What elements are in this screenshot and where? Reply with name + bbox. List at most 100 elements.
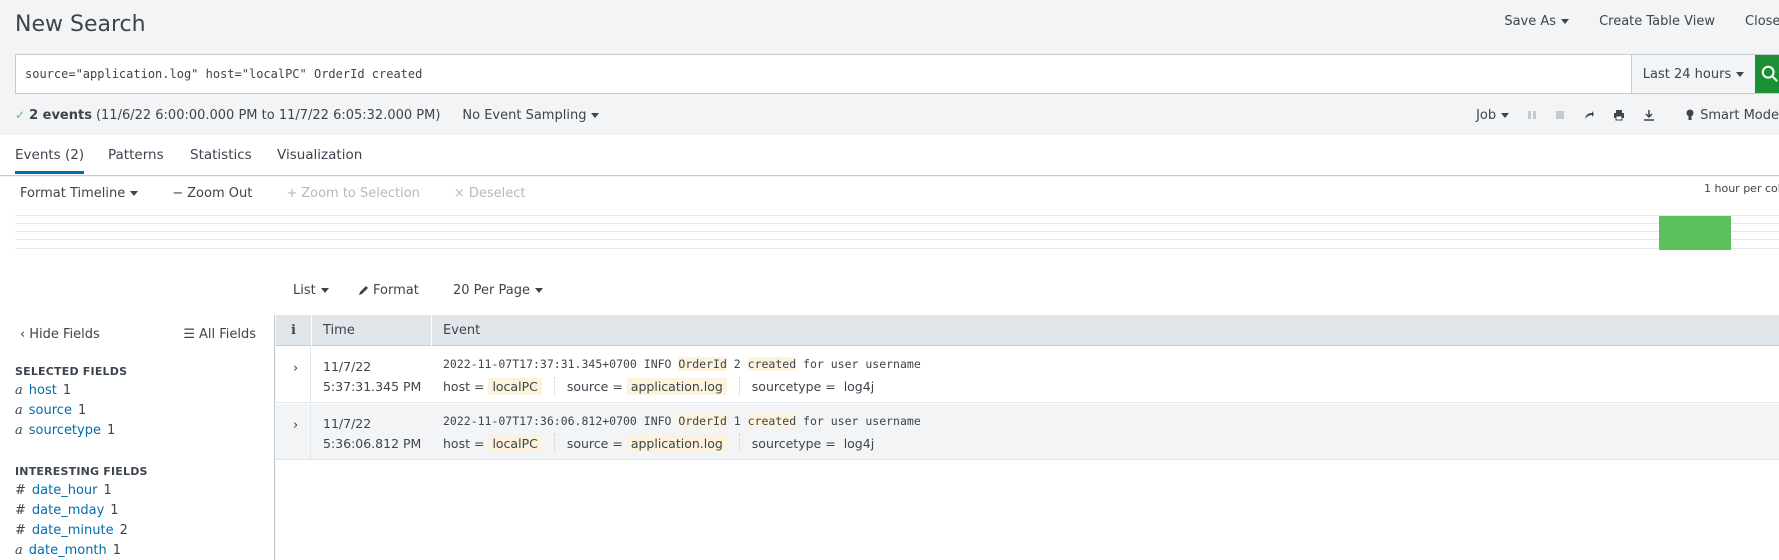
event-clock: 5:37:31.345 PM [323, 379, 422, 394]
check-icon: ✓ [15, 108, 26, 122]
pause-button[interactable] [1527, 110, 1537, 120]
raw-text: 2 [726, 357, 748, 371]
sidebar-toolbar: ‹ Hide Fields ☰ All Fields [20, 327, 256, 342]
raw-text: 1 [726, 414, 748, 428]
page-title: New Search [15, 12, 146, 37]
chevron-right-icon[interactable]: › [293, 418, 298, 433]
chevron-down-icon [535, 288, 543, 293]
field-count: 1 [106, 423, 116, 438]
field-item[interactable]: a source 1 [15, 403, 86, 418]
chevron-down-icon [1736, 71, 1745, 77]
bulb-icon [1686, 109, 1694, 120]
field-item[interactable]: # date_hour 1 [15, 483, 112, 498]
search-term-highlight[interactable]: OrderId [678, 357, 727, 371]
raw-event: 2022-11-07T17:36:06.812+0700 INFO OrderI… [443, 412, 921, 430]
format-button[interactable]: Format [358, 283, 419, 298]
zoom-to-selection-button[interactable]: + Zoom to Selection [286, 186, 420, 201]
field-name: sourcetype [28, 423, 101, 438]
format-timeline-dropdown[interactable]: Format Timeline [20, 186, 139, 201]
time-range-label: Last 24 hours [1642, 66, 1732, 82]
column-divider [431, 315, 432, 346]
close-button[interactable]: Close [1745, 14, 1779, 29]
print-button[interactable] [1613, 109, 1625, 121]
number-type-icon: # [15, 503, 26, 518]
pause-icon [1528, 111, 1537, 119]
event-cell: 2022-11-07T17:36:06.812+0700 INFO OrderI… [443, 412, 921, 452]
field-item[interactable]: # date_minute 2 [15, 523, 128, 538]
tab-events[interactable]: Events (2) [15, 147, 85, 174]
per-page-dropdown[interactable]: 20 Per Page [453, 283, 543, 298]
field-value[interactable]: application.log [626, 434, 727, 452]
create-table-view-button[interactable]: Create Table View [1599, 14, 1715, 29]
event-time: 11/7/22 5:36:06.812 PM [323, 414, 421, 454]
string-type-icon: a [15, 383, 23, 398]
header-actions: Save As Create Table View Close [1474, 14, 1779, 29]
search-icon [1761, 65, 1778, 82]
timeline-chart[interactable] [15, 215, 1779, 250]
zoom-out-button[interactable]: − Zoom Out [172, 186, 252, 201]
pencil-icon [359, 286, 368, 295]
search-term-highlight[interactable]: created [747, 414, 797, 428]
tab-patterns[interactable]: Patterns [108, 147, 164, 163]
search-bar: Last 24 hours [15, 54, 1779, 94]
event-clock: 5:36:06.812 PM [323, 436, 422, 451]
field-item[interactable]: a date_month 1 [15, 543, 121, 558]
list-label: List [293, 283, 316, 298]
field-value[interactable]: log4j [840, 435, 878, 452]
deselect-button[interactable]: × Deselect [454, 186, 526, 201]
field-value[interactable]: localPC [488, 434, 542, 452]
search-button[interactable] [1755, 55, 1779, 93]
field-key: source = [566, 378, 623, 394]
raw-text: for user username [796, 414, 921, 428]
search-term-highlight[interactable]: created [747, 357, 797, 371]
all-fields-button[interactable]: ☰ All Fields [183, 327, 256, 342]
table-header: i Time Event [276, 315, 1779, 346]
field-count: 1 [112, 543, 122, 558]
time-range-picker[interactable]: Last 24 hours [1631, 55, 1755, 93]
job-label: Job [1476, 107, 1497, 123]
field-value[interactable]: localPC [488, 377, 542, 395]
format-label: Format [373, 283, 419, 298]
field-sourcetype: sourcetype = log4j [752, 434, 890, 452]
raw-text: 2022-11-07T17:37:31.345+0700 INFO [443, 357, 679, 371]
stop-button[interactable] [1555, 110, 1565, 120]
search-mode-label: Smart Mode [1700, 107, 1779, 123]
sampling-label: No Event Sampling [462, 107, 587, 123]
export-button[interactable] [1643, 109, 1655, 121]
field-value[interactable]: application.log [626, 377, 727, 395]
all-fields-label: All Fields [198, 327, 256, 342]
chevron-right-icon[interactable]: › [293, 361, 298, 376]
field-count: 1 [103, 483, 112, 498]
per-page-label: 20 Per Page [453, 283, 530, 298]
field-item[interactable]: a host 1 [15, 383, 71, 398]
event-sampling-dropdown[interactable]: No Event Sampling [462, 107, 600, 123]
deselect-label: Deselect [468, 186, 526, 201]
hide-fields-button[interactable]: ‹ Hide Fields [20, 327, 100, 342]
events-table: i Time Event › 11/7/22 5:37:31.345 PM 20… [276, 315, 1779, 560]
number-type-icon: # [15, 523, 26, 538]
info-column-header: i [291, 323, 296, 338]
results-controls: List Format 20 Per Page [0, 265, 1779, 315]
field-value[interactable]: log4j [840, 378, 878, 395]
timeline-gridline [15, 239, 1779, 240]
search-mode-dropdown[interactable]: Smart Mode [1685, 108, 1779, 123]
field-item[interactable]: # date_mday 1 [15, 503, 119, 518]
share-button[interactable] [1583, 109, 1595, 121]
tab-visualization[interactable]: Visualization [277, 147, 362, 163]
save-as-button[interactable]: Save As [1504, 14, 1570, 29]
list-view-dropdown[interactable]: List [293, 283, 329, 298]
tab-statistics[interactable]: Statistics [190, 147, 252, 163]
time-column-header[interactable]: Time [323, 315, 355, 346]
search-term-highlight[interactable]: OrderId [678, 414, 727, 428]
table-row: › 11/7/22 5:37:31.345 PM 2022-11-07T17:3… [276, 347, 1779, 403]
search-input[interactable] [16, 55, 1631, 93]
fields-sidebar: ‹ Hide Fields ☰ All Fields SELECTED FIELDS… [0, 315, 275, 560]
timeline-bar[interactable] [1659, 216, 1731, 250]
job-menu[interactable]: Job [1476, 107, 1510, 123]
zoom-out-label: Zoom Out [187, 186, 253, 201]
chevron-down-icon [1501, 112, 1510, 118]
header: New Search Save As Create Table View Clo… [0, 0, 1779, 46]
field-item[interactable]: a sourcetype 1 [15, 423, 115, 438]
field-key: source = [566, 435, 623, 451]
raw-event: 2022-11-07T17:37:31.345+0700 INFO OrderI… [443, 355, 921, 373]
